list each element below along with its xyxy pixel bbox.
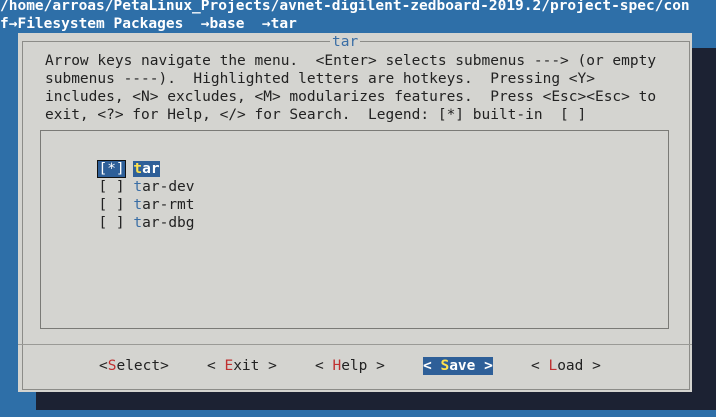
dialog-shadow-right — [692, 48, 716, 396]
help-line-3: includes, <N> excludes, <M> modularizes … — [45, 89, 657, 105]
breadcrumb: f→Filesystem Packages →base →tar — [0, 16, 297, 32]
dialog-shadow-bottom — [36, 392, 716, 410]
help-line-1: Arrow keys navigate the menu. <Enter> se… — [45, 53, 657, 69]
save-button[interactable]: < Save > — [423, 357, 493, 375]
menu-item-tar-dbg[interactable]: [ ] tar-dbg — [81, 196, 195, 232]
dialog-title: tar — [330, 33, 361, 51]
config-path: /home/arroas/PetaLinux_Projects/avnet-di… — [0, 0, 690, 14]
item-checkbox[interactable]: [ ] — [98, 215, 124, 231]
exit-button[interactable]: < Exit > — [207, 357, 277, 375]
help-line-2: submenus ----). Highlighted letters are … — [45, 71, 595, 87]
select-button[interactable]: <Select> — [99, 357, 169, 375]
item-hotkey: t — [133, 215, 143, 231]
help-button[interactable]: < Help > — [315, 357, 385, 375]
button-separator — [18, 344, 692, 345]
help-line-4: exit, <?> for Help, </> for Search. Lege… — [45, 107, 587, 123]
item-label-rest: ar-dbg — [142, 215, 195, 231]
load-button[interactable]: < Load > — [531, 357, 601, 375]
